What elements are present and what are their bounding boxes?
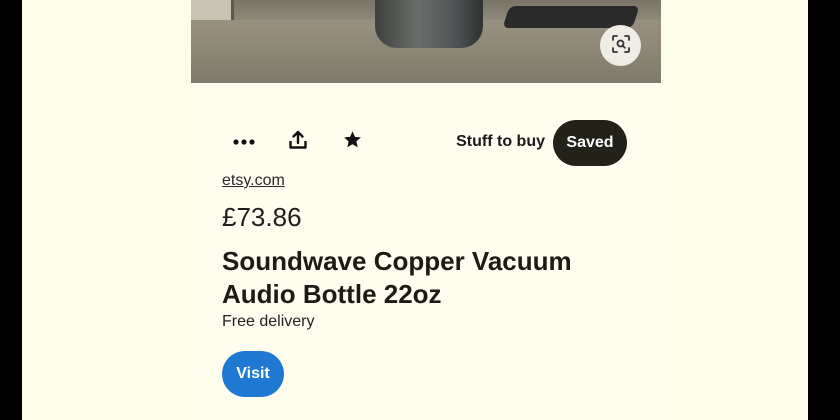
source-link[interactable]: etsy.com	[222, 172, 285, 190]
visual-search-icon	[611, 34, 631, 57]
image-frame	[191, 0, 234, 20]
product-image[interactable]	[191, 0, 661, 83]
favorite-button[interactable]	[335, 124, 369, 158]
image-bottle	[375, 0, 483, 48]
delivery-info: Free delivery	[222, 313, 315, 330]
action-bar: Stuff to buy Saved	[191, 118, 661, 168]
star-icon	[343, 130, 362, 152]
visit-button[interactable]: Visit	[222, 351, 284, 397]
board-name[interactable]: Stuff to buy	[456, 133, 545, 151]
more-options-button[interactable]	[227, 124, 261, 158]
share-button[interactable]	[281, 124, 315, 158]
saved-button[interactable]: Saved	[553, 120, 627, 166]
product-title: Soundwave Copper Vacuum Audio Bottle 22o…	[222, 246, 572, 309]
visual-search-button[interactable]	[600, 25, 641, 66]
more-horizontal-icon	[233, 134, 255, 149]
pin-card: Stuff to buy Saved etsy.com £73.86 Sound…	[191, 0, 661, 420]
share-icon	[288, 130, 308, 153]
product-price: £73.86	[222, 202, 302, 232]
